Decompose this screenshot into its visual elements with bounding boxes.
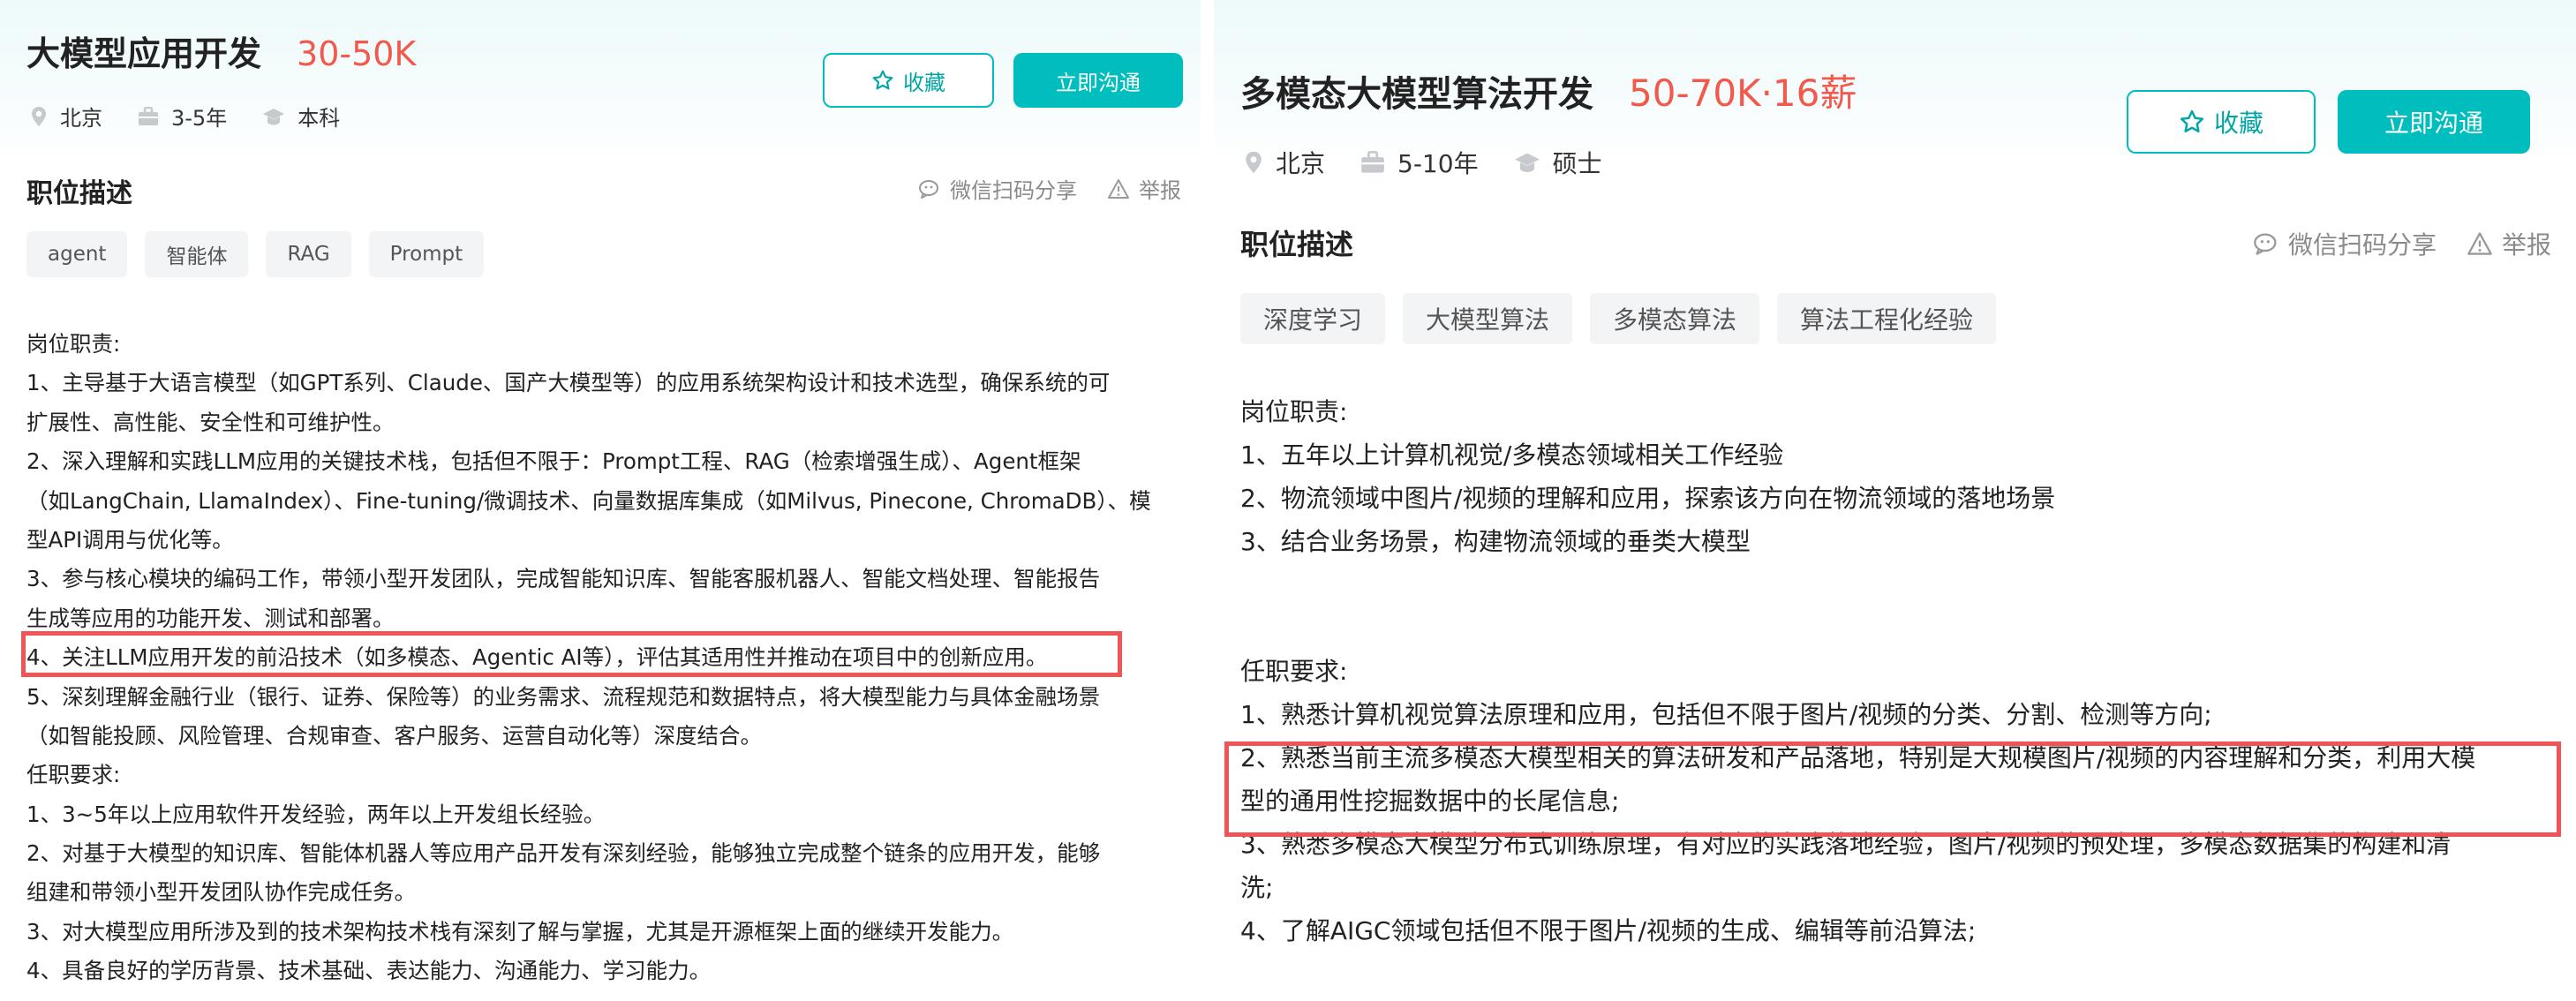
graduation-cap-icon xyxy=(1514,153,1540,172)
degree-text: 本科 xyxy=(298,106,341,131)
share-link[interactable]: 微信扫码分享 xyxy=(2288,226,2437,261)
briefcase-icon xyxy=(139,106,158,125)
meta-degree: 硕士 xyxy=(1514,145,1602,180)
experience-text: 5-10年 xyxy=(1397,149,1479,178)
tag: 大模型算法 xyxy=(1403,293,1573,344)
favorite-button[interactable]: 收藏 xyxy=(823,53,994,108)
tag: RAG xyxy=(266,231,351,277)
share-report-bar: 微信扫码分享 举报 xyxy=(918,173,1181,204)
text-line: 1、熟悉计算机视觉算法原理和应用，包括但不限于图片/视频的分类、分割、检测等方向… xyxy=(1240,700,2212,729)
job-title: 大模型应用开发 xyxy=(26,34,262,73)
text-line: 组建和带领小型开发团队协作完成任务。 xyxy=(26,879,416,906)
text-line: 任职要求: xyxy=(26,762,121,788)
location-text: 北京 xyxy=(60,106,102,131)
tag-list: 深度学习 大模型算法 多模态算法 算法工程化经验 xyxy=(1240,293,2014,344)
text-line: 4、了解AIGC领域包括但不限于图片/视频的生成、编辑等前沿算法; xyxy=(1240,916,1977,945)
job-description: 岗位职责: 1、五年以上计算机视觉/多模态领域相关工作经验 2、物流领域中图片/… xyxy=(1240,390,2475,952)
location-pin-icon xyxy=(1246,151,1262,174)
tag: agent xyxy=(26,231,128,277)
text-line: 3、结合业务场景，构建物流领域的垂类大模型 xyxy=(1240,527,1751,556)
tag: 深度学习 xyxy=(1240,293,1386,344)
tag: 智能体 xyxy=(145,231,249,277)
warning-icon xyxy=(1108,178,1129,199)
report-link[interactable]: 举报 xyxy=(2502,226,2551,261)
wechat-icon xyxy=(2254,233,2277,255)
job-meta: 北京 5-10年 硕士 xyxy=(1244,145,1638,180)
highlight-box xyxy=(21,631,1122,677)
job-header: 大模型应用开发 30-50K xyxy=(26,26,416,75)
briefcase-icon xyxy=(1361,151,1384,173)
section-title: 职位描述 xyxy=(1240,228,1354,261)
share-report-bar: 微信扫码分享 举报 xyxy=(2253,226,2551,261)
report-link[interactable]: 举报 xyxy=(1139,173,1181,204)
tag-list: agent 智能体 RAG Prompt xyxy=(26,231,501,277)
degree-text: 硕士 xyxy=(1552,149,1602,178)
text-line: 1、3~5年以上应用软件开发经验，两年以上开发组长经验。 xyxy=(26,801,606,827)
highlight-box xyxy=(1224,741,2561,837)
wechat-icon xyxy=(919,179,938,199)
job-title: 多模态大模型算法开发 xyxy=(1240,74,1593,115)
star-icon xyxy=(872,70,893,90)
meta-location: 北京 xyxy=(1244,145,1325,180)
star-icon xyxy=(2180,109,2204,133)
tag: 算法工程化经验 xyxy=(1777,293,1997,344)
text-line: （如智能投顾、风险管理、合规审查、客户服务、运营自动化等）深度结合。 xyxy=(26,722,762,749)
favorite-label: 收藏 xyxy=(903,70,945,95)
text-line: （如LangChain, LlamaIndex）、Fine-tuning/微调技… xyxy=(26,487,1151,514)
share-link[interactable]: 微信扫码分享 xyxy=(950,173,1077,204)
text-line: 2、深入理解和实践LLM应用的关键技术栈，包括但不限于：Prompt工程、RAG… xyxy=(26,448,1081,475)
text-line: 3、对大模型应用所涉及到的技术架构技术栈有深刻了解与掌握，尤其是开源框架上面的继… xyxy=(26,918,1014,945)
job-header: 多模态大模型算法开发 50-70K·16薪 xyxy=(1240,64,1857,117)
text-line: 4、具备良好的学历背景、技术基础、表达能力、沟通能力、学习能力。 xyxy=(26,958,712,984)
location-pin-icon xyxy=(32,106,46,126)
job-card-left: 大模型应用开发 30-50K 北京 3-5年 本科 收藏 立即沟通 职位描述 微… xyxy=(0,0,1201,1001)
text-line: 2、对基于大模型的知识库、智能体机器人等应用产品开发有深刻经验，能够独立完成整个… xyxy=(26,840,1101,867)
favorite-button[interactable]: 收藏 xyxy=(2127,90,2316,154)
text-line: 扩展性、高性能、安全性和可维护性。 xyxy=(26,409,395,435)
tag: Prompt xyxy=(368,231,485,277)
salary: 30-50K xyxy=(297,34,417,73)
text-line: 岗位职责: xyxy=(1240,397,1348,426)
tag: 多模态算法 xyxy=(1590,293,1760,344)
location-text: 北京 xyxy=(1276,149,1326,178)
meta-experience: 5-10年 xyxy=(1360,145,1479,180)
salary: 50-70K·16薪 xyxy=(1629,72,1857,115)
graduation-cap-icon xyxy=(263,108,285,124)
meta-location: 北京 xyxy=(30,101,102,132)
favorite-label: 收藏 xyxy=(2213,109,2263,138)
text-line: 3、参与核心模块的编码工作，带领小型开发团队，完成智能知识库、智能客服机器人、智… xyxy=(26,566,1101,592)
meta-experience: 3-5年 xyxy=(138,101,227,132)
text-line: 1、主导基于大语言模型（如GPT系列、Claude、国产大模型等）的应用系统架构… xyxy=(26,370,1111,396)
text-line: 1、五年以上计算机视觉/多模态领域相关工作经验 xyxy=(1240,440,1784,470)
section-title: 职位描述 xyxy=(26,178,132,209)
text-line: 岗位职责: xyxy=(26,331,121,357)
chat-now-button[interactable]: 立即沟通 xyxy=(2338,90,2530,154)
job-card-right: 多模态大模型算法开发 50-70K·16薪 北京 5-10年 硕士 收藏 立即沟… xyxy=(1214,0,2576,1001)
text-line: 2、物流领域中图片/视频的理解和应用，探索该方向在物流领域的落地场景 xyxy=(1240,484,2056,513)
text-line: 洗; xyxy=(1240,873,1274,902)
chat-now-button[interactable]: 立即沟通 xyxy=(1013,53,1183,108)
text-line: 5、深刻理解金融行业（银行、证券、保险等）的业务需求、流程规范和数据特点，将大模… xyxy=(26,683,1101,710)
job-meta: 北京 3-5年 本科 xyxy=(30,101,375,132)
text-line: 型API调用与优化等。 xyxy=(26,526,234,553)
experience-text: 3-5年 xyxy=(171,106,228,131)
warning-icon xyxy=(2467,232,2492,255)
text-line: 任职要求: xyxy=(1240,657,1348,686)
meta-degree: 本科 xyxy=(262,101,340,132)
